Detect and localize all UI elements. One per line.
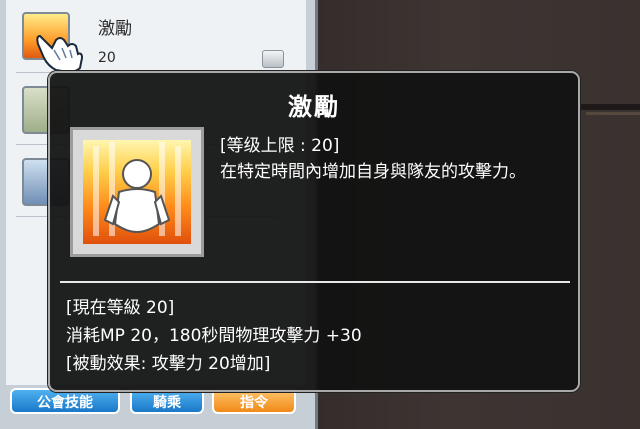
skill-icon-frame	[70, 127, 204, 257]
passive-effect: [被動效果: 攻擊力 20增加]	[66, 354, 271, 374]
level-limit: [等级上限 : 20]	[220, 136, 340, 156]
fire-aura-icon	[83, 140, 191, 244]
hand-cursor-icon	[36, 34, 84, 74]
skill-tooltip: 激勵 [等级上限 : 20] 在特定時間內增加自身與隊友的攻擊力。 [現在等級 …	[48, 71, 580, 392]
skill-name: 激勵	[98, 19, 132, 39]
skill-description: 在特定時間內增加自身與隊友的攻擊力。	[220, 162, 526, 182]
tooltip-title: 激勵	[288, 93, 340, 121]
skill-effect: 消耗MP 20，180秒間物理攻擊力 +30	[66, 326, 362, 346]
current-level: [現在等級 20]	[66, 298, 175, 318]
background-ledge	[580, 104, 640, 110]
skill-level: 20	[98, 50, 116, 66]
tooltip-divider	[60, 281, 570, 283]
level-up-button[interactable]	[262, 50, 284, 68]
background-ledge-highlight	[586, 112, 640, 115]
